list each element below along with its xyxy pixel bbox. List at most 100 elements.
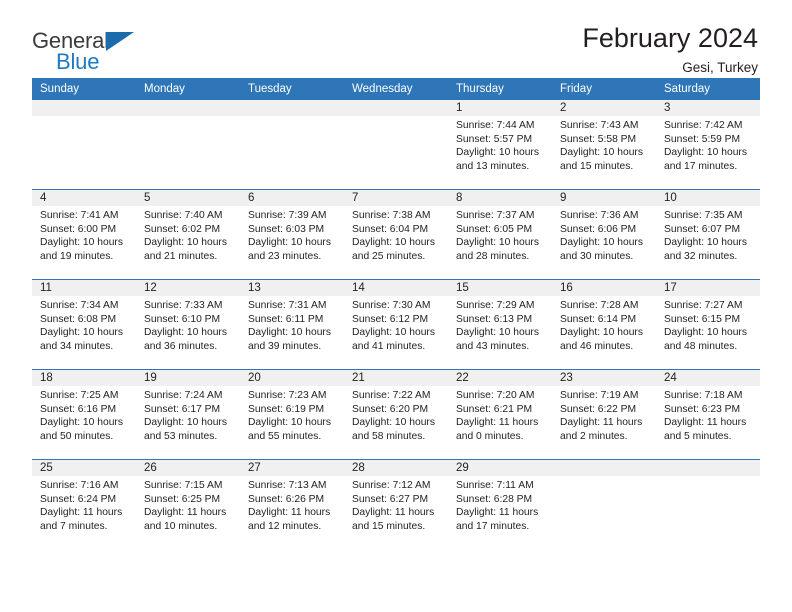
weekday-header-saturday: Saturday bbox=[656, 78, 760, 100]
daylight-text: Daylight: 11 hours and 12 minutes. bbox=[248, 507, 331, 532]
sunset-text: Sunset: 6:26 PM bbox=[248, 493, 325, 505]
sunset-text: Sunset: 6:21 PM bbox=[456, 403, 533, 415]
calendar-day-cell[interactable]: 11 Sunrise: 7:34 AM Sunset: 6:08 PM Dayligh… bbox=[32, 279, 136, 370]
sunrise-text: Sunrise: 7:11 AM bbox=[456, 480, 534, 491]
calendar-day-cell[interactable]: 16 Sunrise: 7:28 AM Sunset: 6:14 PM Dayligh… bbox=[552, 279, 656, 370]
calendar-day-cell[interactable]: 24 Sunrise: 7:18 AM Sunset: 6:23 PM Dayligh… bbox=[656, 369, 760, 460]
sunrise-text: Sunrise: 7:37 AM bbox=[456, 210, 535, 221]
calendar-day-cell[interactable]: 19 Sunrise: 7:24 AM Sunset: 6:17 PM Dayligh… bbox=[136, 369, 240, 460]
title-block: February 2024 Gesi, Turkey bbox=[582, 24, 760, 76]
sunset-text: Sunset: 6:22 PM bbox=[560, 403, 637, 415]
weekday-header-monday: Monday bbox=[136, 78, 240, 100]
calendar-body: 1 Sunrise: 7:44 AM Sunset: 5:57 PM Daylight… bbox=[32, 100, 760, 549]
calendar-day-cell[interactable]: 18 Sunrise: 7:25 AM Sunset: 6:16 PM Dayligh… bbox=[32, 369, 136, 460]
day-number: 15 bbox=[448, 280, 552, 296]
weekday-header-tuesday: Tuesday bbox=[240, 78, 344, 100]
daylight-text: Daylight: 11 hours and 15 minutes. bbox=[352, 507, 435, 532]
sun-info: Sunrise: 7:20 AM Sunset: 6:21 PM Daylight:… bbox=[448, 386, 552, 443]
calendar-day-cell[interactable]: 7 Sunrise: 7:38 AM Sunset: 6:04 PM Daylight… bbox=[344, 189, 448, 280]
calendar-page: General Blue February 2024 Gesi, Turkey … bbox=[0, 0, 792, 612]
sunset-text: Sunset: 6:17 PM bbox=[144, 403, 221, 415]
calendar-day-cell[interactable]: 25 Sunrise: 7:16 AM Sunset: 6:24 PM Dayligh… bbox=[32, 459, 136, 549]
day-number: 26 bbox=[136, 460, 240, 476]
daylight-text: Daylight: 10 hours and 39 minutes. bbox=[248, 327, 331, 352]
calendar-day-cell[interactable]: 9 Sunrise: 7:36 AM Sunset: 6:06 PM Daylight… bbox=[552, 189, 656, 280]
sun-info: Sunrise: 7:22 AM Sunset: 6:20 PM Daylight:… bbox=[344, 386, 448, 443]
calendar-day-cell[interactable]: 29 Sunrise: 7:11 AM Sunset: 6:28 PM Dayligh… bbox=[448, 459, 552, 549]
sunrise-text: Sunrise: 7:12 AM bbox=[352, 480, 431, 491]
day-number: 18 bbox=[32, 370, 136, 386]
sunset-text: Sunset: 6:02 PM bbox=[144, 223, 221, 235]
daylight-text: Daylight: 10 hours and 53 minutes. bbox=[144, 417, 227, 442]
sunset-text: Sunset: 6:23 PM bbox=[664, 403, 741, 415]
sun-info: Sunrise: 7:36 AM Sunset: 6:06 PM Daylight:… bbox=[552, 206, 656, 263]
daylight-text: Daylight: 11 hours and 0 minutes. bbox=[456, 417, 539, 442]
daylight-text: Daylight: 10 hours and 41 minutes. bbox=[352, 327, 435, 352]
calendar-day-cell[interactable]: 27 Sunrise: 7:13 AM Sunset: 6:26 PM Dayligh… bbox=[240, 459, 344, 549]
calendar-day-cell[interactable]: 10 Sunrise: 7:35 AM Sunset: 6:07 PM Dayligh… bbox=[656, 189, 760, 280]
calendar-day-cell[interactable]: 23 Sunrise: 7:19 AM Sunset: 6:22 PM Dayligh… bbox=[552, 369, 656, 460]
day-number: 12 bbox=[136, 280, 240, 296]
day-number bbox=[552, 460, 656, 476]
sunset-text: Sunset: 5:58 PM bbox=[560, 133, 637, 145]
day-number bbox=[344, 100, 448, 116]
sunset-text: Sunset: 6:10 PM bbox=[144, 313, 221, 325]
day-number: 13 bbox=[240, 280, 344, 296]
sunrise-text: Sunrise: 7:18 AM bbox=[664, 390, 743, 401]
calendar-day-cell[interactable]: 6 Sunrise: 7:39 AM Sunset: 6:03 PM Daylight… bbox=[240, 189, 344, 280]
daylight-text: Daylight: 10 hours and 25 minutes. bbox=[352, 237, 435, 262]
calendar-week-row: 25 Sunrise: 7:16 AM Sunset: 6:24 PM Dayligh… bbox=[32, 459, 760, 549]
sunset-text: Sunset: 6:07 PM bbox=[664, 223, 741, 235]
day-number: 1 bbox=[448, 100, 552, 116]
day-number: 8 bbox=[448, 190, 552, 206]
sunset-text: Sunset: 6:06 PM bbox=[560, 223, 637, 235]
daylight-text: Daylight: 10 hours and 32 minutes. bbox=[664, 237, 747, 262]
day-number bbox=[240, 100, 344, 116]
calendar-day-cell[interactable]: 15 Sunrise: 7:29 AM Sunset: 6:13 PM Dayligh… bbox=[448, 279, 552, 370]
calendar-day-cell[interactable]: 3 Sunrise: 7:42 AM Sunset: 5:59 PM Daylight… bbox=[656, 100, 760, 190]
day-number: 25 bbox=[32, 460, 136, 476]
sunset-text: Sunset: 6:12 PM bbox=[352, 313, 429, 325]
calendar-day-cell[interactable]: 20 Sunrise: 7:23 AM Sunset: 6:19 PM Dayligh… bbox=[240, 369, 344, 460]
calendar-week-row: 1 Sunrise: 7:44 AM Sunset: 5:57 PM Daylight… bbox=[32, 100, 760, 190]
calendar-week-row: 11 Sunrise: 7:34 AM Sunset: 6:08 PM Dayligh… bbox=[32, 279, 760, 370]
sunset-text: Sunset: 6:20 PM bbox=[352, 403, 429, 415]
calendar-day-cell[interactable]: 14 Sunrise: 7:30 AM Sunset: 6:12 PM Dayligh… bbox=[344, 279, 448, 370]
sunrise-text: Sunrise: 7:34 AM bbox=[40, 300, 119, 311]
logo-text-blue: Blue bbox=[56, 49, 100, 74]
day-number: 29 bbox=[448, 460, 552, 476]
sun-info: Sunrise: 7:39 AM Sunset: 6:03 PM Daylight:… bbox=[240, 206, 344, 263]
day-number: 24 bbox=[656, 370, 760, 386]
calendar-day-cell[interactable]: 17 Sunrise: 7:27 AM Sunset: 6:15 PM Dayligh… bbox=[656, 279, 760, 370]
calendar-day-cell[interactable]: 2 Sunrise: 7:43 AM Sunset: 5:58 PM Daylight… bbox=[552, 100, 656, 190]
calendar-day-cell[interactable]: 1 Sunrise: 7:44 AM Sunset: 5:57 PM Daylight… bbox=[448, 100, 552, 190]
sunrise-text: Sunrise: 7:31 AM bbox=[248, 300, 327, 311]
sunrise-text: Sunrise: 7:22 AM bbox=[352, 390, 431, 401]
calendar-day-cell[interactable]: 28 Sunrise: 7:12 AM Sunset: 6:27 PM Dayligh… bbox=[344, 459, 448, 549]
sunrise-text: Sunrise: 7:40 AM bbox=[144, 210, 223, 221]
sun-info: Sunrise: 7:35 AM Sunset: 6:07 PM Daylight:… bbox=[656, 206, 760, 263]
calendar-day-cell[interactable]: 13 Sunrise: 7:31 AM Sunset: 6:11 PM Dayligh… bbox=[240, 279, 344, 370]
daylight-text: Daylight: 10 hours and 21 minutes. bbox=[144, 237, 227, 262]
day-number: 16 bbox=[552, 280, 656, 296]
calendar-day-cell[interactable]: 26 Sunrise: 7:15 AM Sunset: 6:25 PM Dayligh… bbox=[136, 459, 240, 549]
logo-triangle-icon bbox=[106, 32, 134, 51]
sunset-text: Sunset: 6:19 PM bbox=[248, 403, 325, 415]
sun-info: Sunrise: 7:30 AM Sunset: 6:12 PM Daylight:… bbox=[344, 296, 448, 353]
calendar-day-cell[interactable]: 8 Sunrise: 7:37 AM Sunset: 6:05 PM Daylight… bbox=[448, 189, 552, 280]
sunrise-text: Sunrise: 7:41 AM bbox=[40, 210, 119, 221]
calendar-day-cell[interactable]: 21 Sunrise: 7:22 AM Sunset: 6:20 PM Dayligh… bbox=[344, 369, 448, 460]
sunrise-text: Sunrise: 7:30 AM bbox=[352, 300, 431, 311]
sunrise-text: Sunrise: 7:38 AM bbox=[352, 210, 431, 221]
calendar-day-cell[interactable]: 12 Sunrise: 7:33 AM Sunset: 6:10 PM Dayligh… bbox=[136, 279, 240, 370]
calendar-week-row: 18 Sunrise: 7:25 AM Sunset: 6:16 PM Dayligh… bbox=[32, 369, 760, 460]
weekday-header-wednesday: Wednesday bbox=[344, 78, 448, 100]
calendar-day-cell[interactable]: 5 Sunrise: 7:40 AM Sunset: 6:02 PM Daylight… bbox=[136, 189, 240, 280]
daylight-text: Daylight: 11 hours and 2 minutes. bbox=[560, 417, 643, 442]
sunset-text: Sunset: 6:16 PM bbox=[40, 403, 117, 415]
daylight-text: Daylight: 10 hours and 46 minutes. bbox=[560, 327, 643, 352]
calendar-day-cell[interactable]: 22 Sunrise: 7:20 AM Sunset: 6:21 PM Dayligh… bbox=[448, 369, 552, 460]
calendar-day-cell[interactable]: 4 Sunrise: 7:41 AM Sunset: 6:00 PM Daylight… bbox=[32, 189, 136, 280]
sunset-text: Sunset: 6:25 PM bbox=[144, 493, 221, 505]
sunrise-text: Sunrise: 7:27 AM bbox=[664, 300, 743, 311]
